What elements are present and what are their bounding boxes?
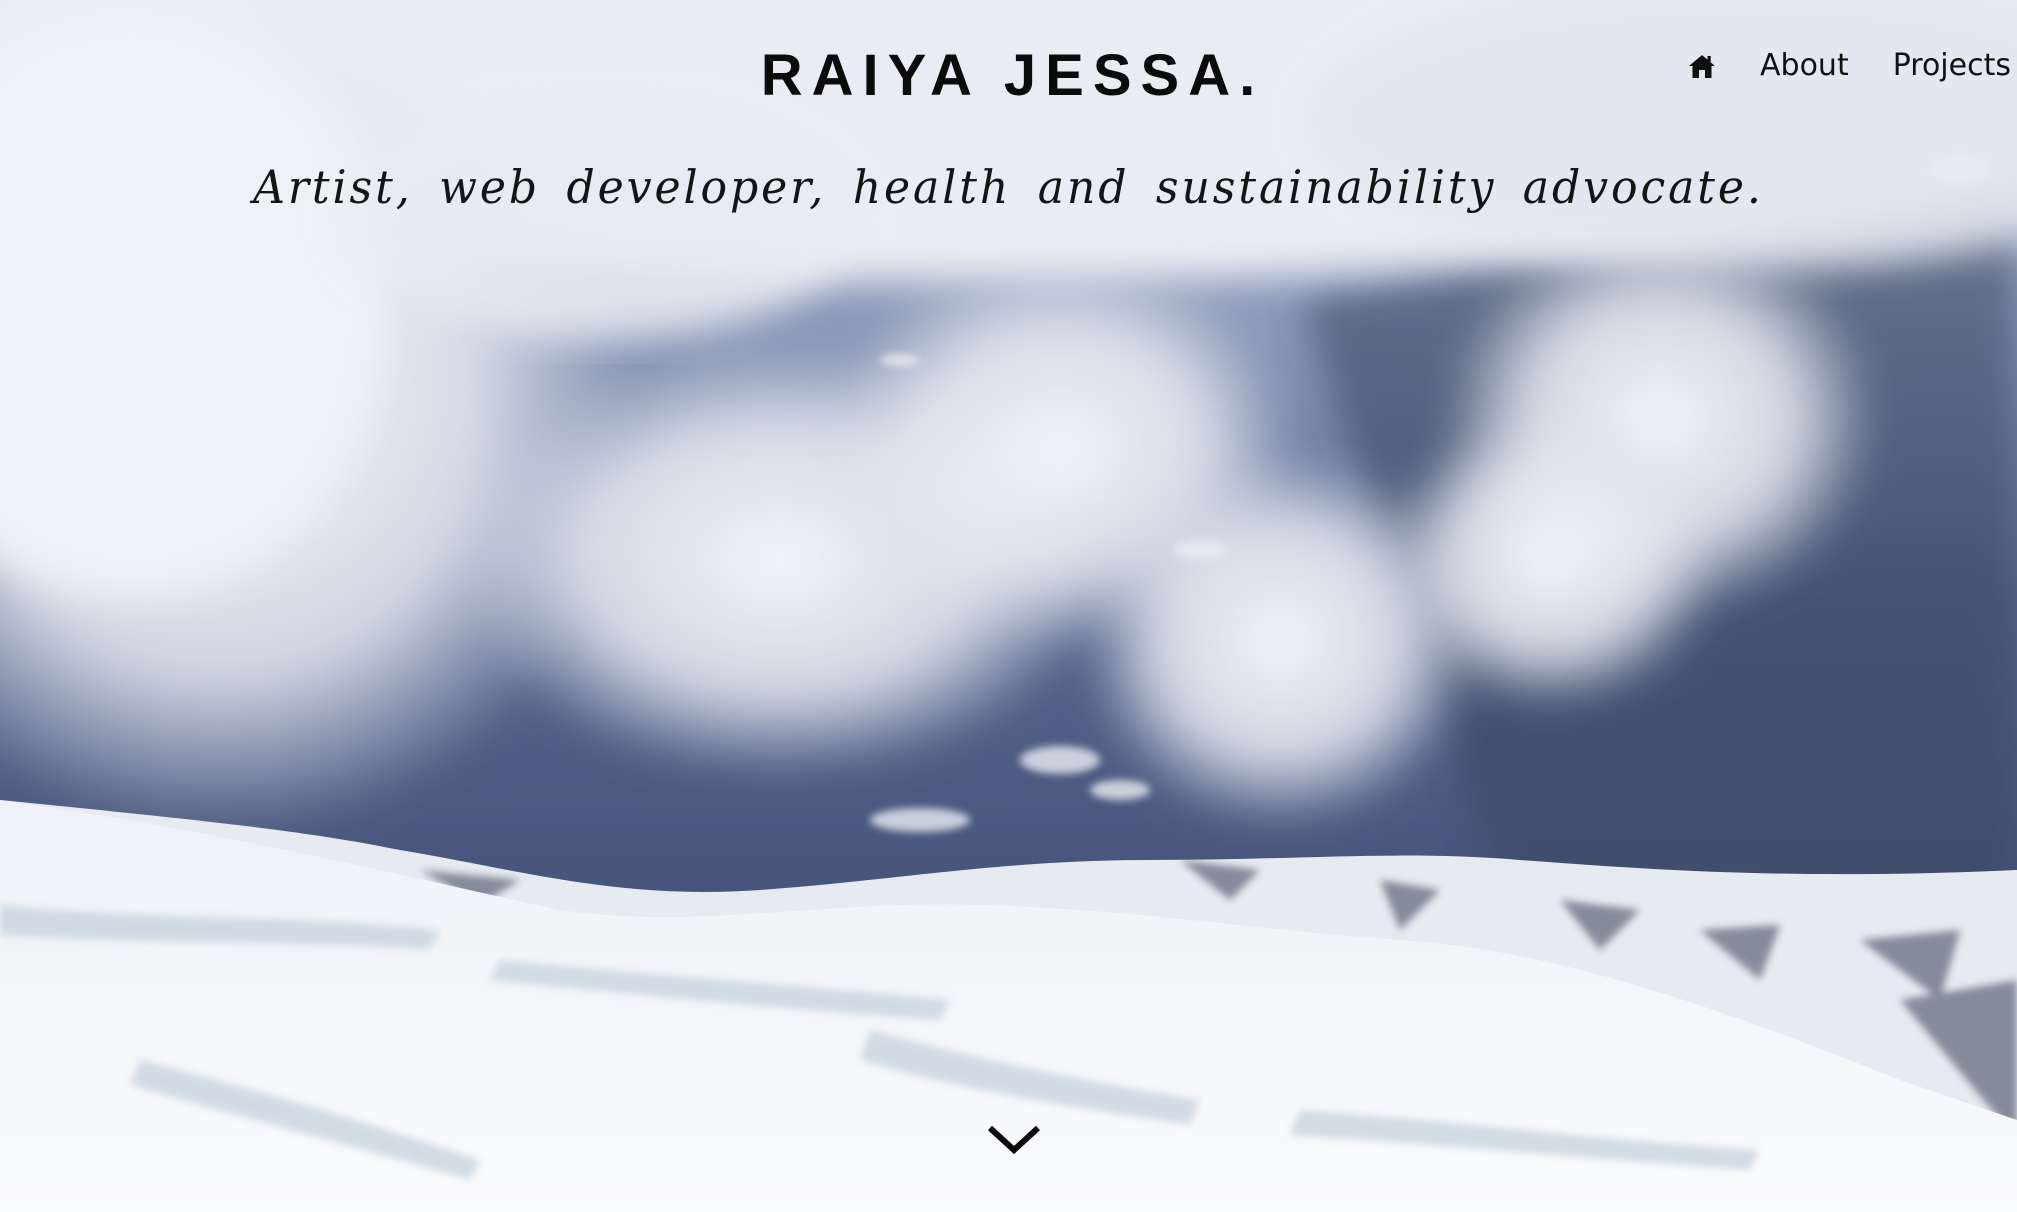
chevron-down-icon [987, 1125, 1041, 1155]
nav-item-projects[interactable]: Projects [1893, 48, 2011, 83]
nav-item-about[interactable]: About [1760, 48, 1849, 83]
nav-home-link[interactable] [1688, 53, 1716, 79]
scroll-down-button[interactable] [984, 1118, 1044, 1158]
home-icon [1689, 54, 1716, 78]
tagline: Artist, web developer, health and sustai… [253, 160, 1764, 214]
main-nav: About Projects [1688, 48, 2011, 83]
